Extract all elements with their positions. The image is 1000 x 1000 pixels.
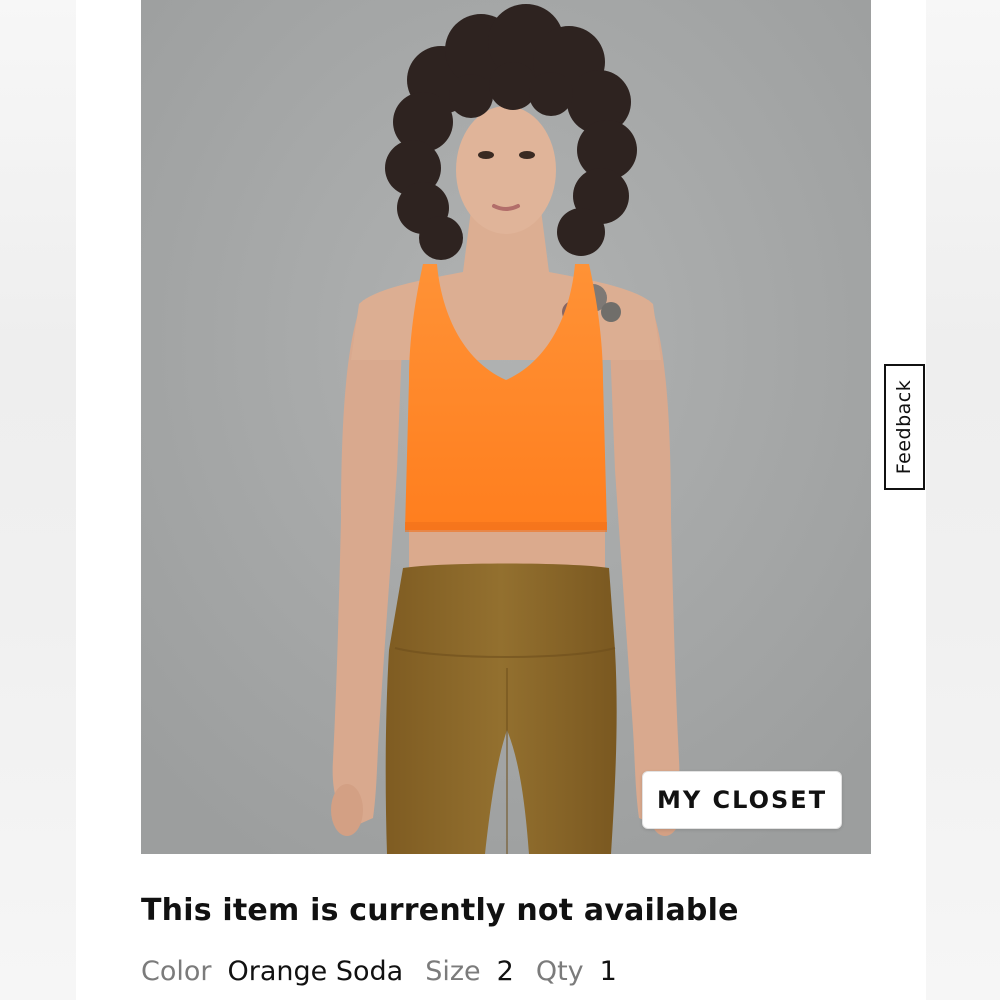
color-label: Color	[141, 956, 212, 987]
model-illustration	[141, 0, 871, 854]
item-details: Color Orange Soda Size 2 Qty 1	[141, 956, 639, 987]
size-label: Size	[425, 956, 481, 987]
qty-value: 1	[599, 956, 617, 987]
product-listing-page: MY CLOSET Feedback This item is currentl…	[76, 0, 926, 1000]
size-value: 2	[496, 956, 514, 987]
color-value: Orange Soda	[227, 956, 404, 987]
feedback-label: Feedback	[893, 379, 916, 475]
product-image	[141, 0, 871, 854]
my-closet-button[interactable]: MY CLOSET	[642, 771, 842, 829]
feedback-tab[interactable]: Feedback	[884, 364, 925, 490]
right-background-blur	[926, 0, 1000, 1000]
qty-label: Qty	[535, 956, 584, 987]
left-background-blur	[0, 0, 76, 1000]
availability-message: This item is currently not available	[141, 893, 739, 928]
